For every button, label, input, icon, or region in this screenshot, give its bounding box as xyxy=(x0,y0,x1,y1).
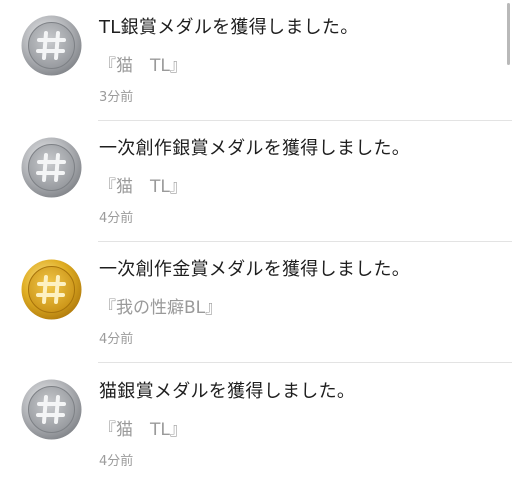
notification-subtitle: 『猫 TL』 xyxy=(99,177,187,197)
notification-subtitle: 『我の性癖BL』 xyxy=(99,298,223,318)
notification-title: 一次創作銀賞メダルを獲得しました。 xyxy=(99,138,411,159)
silver-medal-icon xyxy=(21,379,82,440)
notification-subtitle: 『猫 TL』 xyxy=(99,420,187,440)
list-item[interactable]: TL銀賞メダルを獲得しました。 『猫 TL』 3分前 xyxy=(0,0,512,121)
gold-medal-icon xyxy=(21,259,82,320)
notification-time: 4分前 xyxy=(99,454,134,469)
scrollbar[interactable] xyxy=(507,3,510,65)
notification-time: 4分前 xyxy=(99,332,134,347)
list-item[interactable]: 一次創作金賞メダルを獲得しました。 『我の性癖BL』 4分前 xyxy=(0,242,512,363)
notification-title: TL銀賞メダルを獲得しました。 xyxy=(99,17,359,38)
silver-medal-icon xyxy=(21,137,82,198)
divider xyxy=(98,362,512,363)
notification-title: 一次創作金賞メダルを獲得しました。 xyxy=(99,259,411,280)
notification-title: 猫銀賞メダルを獲得しました。 xyxy=(99,381,356,402)
notification-time: 4分前 xyxy=(99,211,134,226)
list-item[interactable]: 一次創作銀賞メダルを獲得しました。 『猫 TL』 4分前 xyxy=(0,121,512,242)
silver-medal-icon xyxy=(21,15,82,76)
notification-subtitle: 『猫 TL』 xyxy=(99,56,187,76)
list-item[interactable]: 猫銀賞メダルを獲得しました。 『猫 TL』 4分前 xyxy=(0,364,512,485)
notification-time: 3分前 xyxy=(99,90,134,105)
notification-list: TL銀賞メダルを獲得しました。 『猫 TL』 3分前 一次創作銀賞メダルを獲得し… xyxy=(0,0,512,485)
